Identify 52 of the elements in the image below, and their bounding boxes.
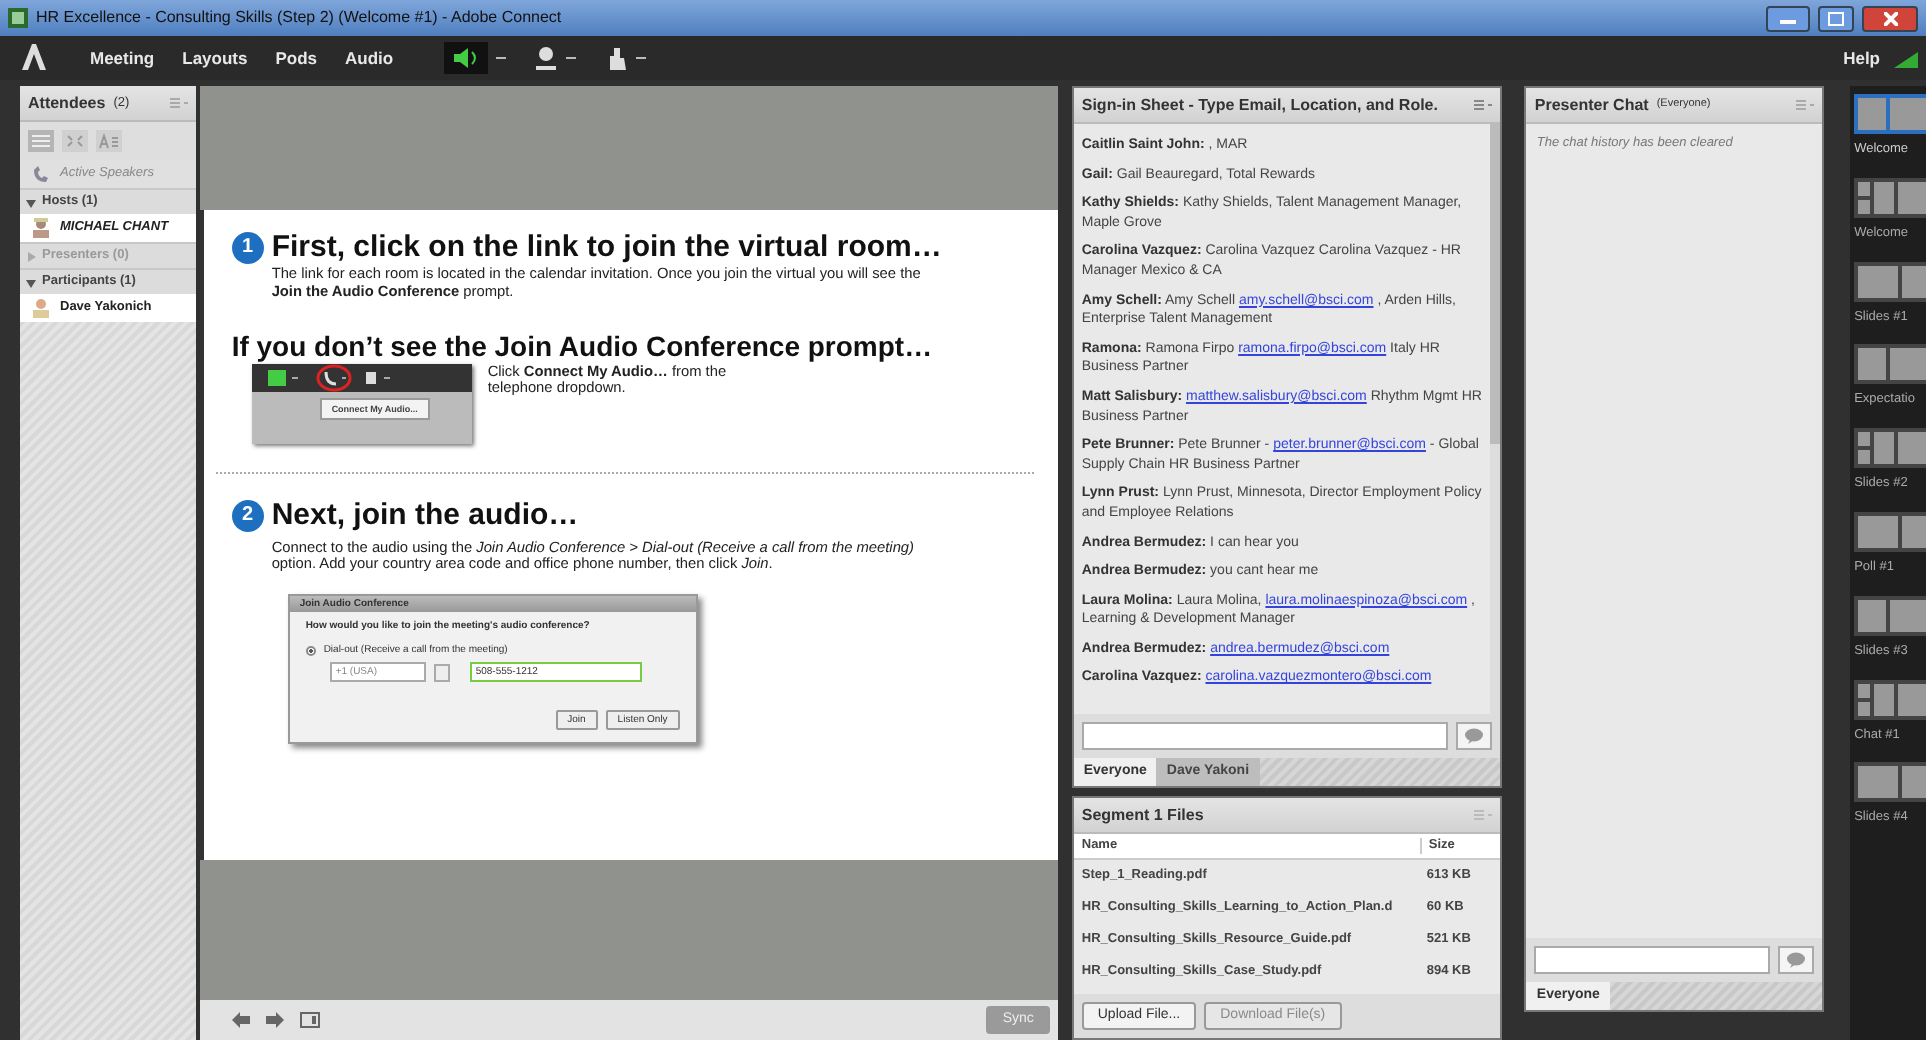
layout-thumbnail-icon xyxy=(1854,511,1926,552)
step-number: 2 xyxy=(231,499,264,532)
panel-title: Presenter Chat xyxy=(1534,95,1649,115)
previous-icon[interactable] xyxy=(231,1012,250,1028)
scrollbar[interactable] xyxy=(1490,124,1501,714)
help-menu[interactable]: Help xyxy=(1829,47,1894,69)
caret-icon[interactable] xyxy=(565,55,576,61)
close-icon xyxy=(1883,11,1897,25)
layout-thumbnail-icon xyxy=(1854,94,1926,134)
slide-heading: If you don’t see the Join Audio Conference prompt… xyxy=(231,329,935,364)
slide-heading: First, click on the link to join the virtual room… xyxy=(271,230,942,266)
next-icon[interactable] xyxy=(265,1012,284,1028)
panel-title: Sign-in Sheet - Type Email, Location, and Role. xyxy=(1081,95,1438,115)
layout-thumbnail-icon xyxy=(1854,261,1926,302)
layout-thumbnail-icon xyxy=(1854,679,1926,720)
window-title: HR Excellence - Consulting Skills (Step 2) (Welcome #1) - Adobe Connect xyxy=(36,8,562,28)
speaker-icon[interactable] xyxy=(443,42,488,74)
menu-item[interactable]: Audio xyxy=(331,47,408,69)
minimize-button[interactable] xyxy=(1766,5,1810,31)
maximize-icon xyxy=(1828,11,1844,25)
layout-thumbnail-icon xyxy=(1854,344,1926,385)
panel-title: Segment 1 Files xyxy=(1081,805,1204,825)
participant-icon xyxy=(32,298,50,318)
panel-title: Attendees xyxy=(28,93,106,113)
menu-icon[interactable] xyxy=(1474,100,1493,110)
menu-item[interactable]: Pods xyxy=(261,47,331,69)
slide-heading: Next, join the audio… xyxy=(271,497,579,534)
phone-icon xyxy=(32,165,50,183)
speech-bubble-icon xyxy=(1786,952,1807,968)
adobe-logo[interactable] xyxy=(20,40,48,76)
close-button[interactable] xyxy=(1862,5,1918,31)
app-icon xyxy=(8,8,28,28)
chat-input[interactable] xyxy=(1534,946,1771,974)
radio-button[interactable] xyxy=(305,645,316,656)
layout-thumbnail-icon xyxy=(1854,177,1926,218)
layout-thumbnail-icon xyxy=(1854,595,1926,636)
layout-thumbnail-icon xyxy=(1854,428,1926,469)
signal-icon xyxy=(1894,48,1918,68)
caret-icon[interactable] xyxy=(635,55,646,61)
menu-item[interactable]: Meeting xyxy=(76,47,169,69)
send-button[interactable] xyxy=(1778,946,1815,974)
webcam-icon[interactable] xyxy=(533,44,558,72)
speech-bubble-icon xyxy=(1464,728,1485,744)
maximize-button[interactable] xyxy=(1818,5,1854,31)
menu-item[interactable]: Layouts xyxy=(168,47,262,69)
layout-thumbnail-icon xyxy=(1854,762,1926,803)
caret-icon[interactable] xyxy=(495,55,506,61)
chat-input[interactable] xyxy=(1081,722,1449,750)
fullscreen-icon[interactable] xyxy=(299,1012,320,1028)
send-button[interactable] xyxy=(1456,722,1493,750)
host-icon xyxy=(32,218,50,238)
step-number: 1 xyxy=(231,232,264,264)
